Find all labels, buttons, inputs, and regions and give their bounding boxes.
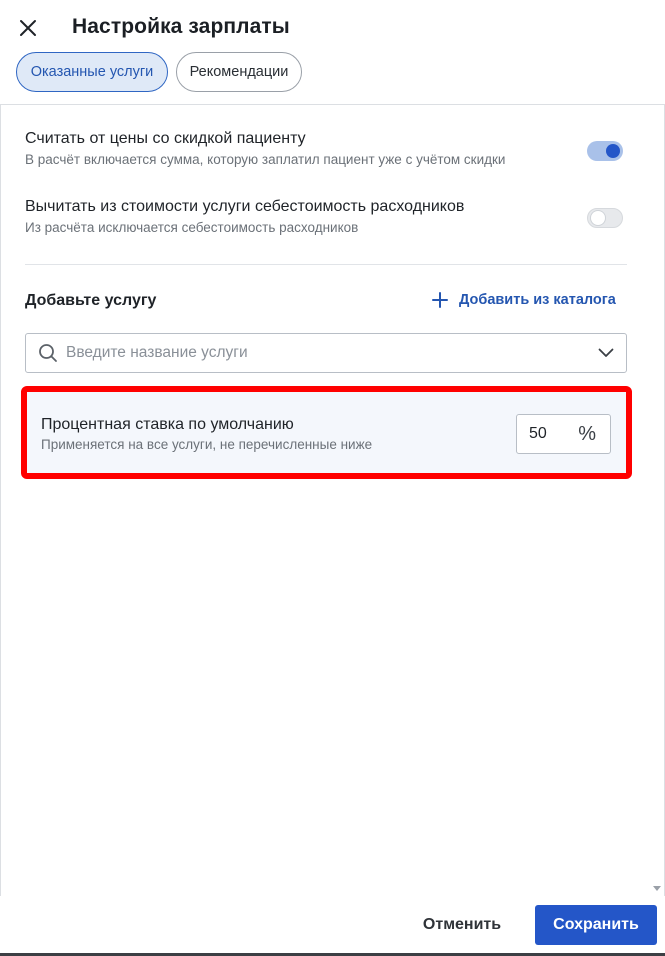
setting-title: Считать от цены со скидкой пациенту <box>25 130 306 147</box>
tab-recommendations[interactable]: Рекомендации <box>176 52 302 92</box>
setting-discount-price: Считать от цены со скидкой пациенту В ра… <box>25 130 625 167</box>
close-button[interactable] <box>14 14 42 42</box>
highlight-box <box>21 386 632 479</box>
setting-description: Из расчёта исключается себестоимость рас… <box>25 220 359 235</box>
search-icon <box>39 344 57 362</box>
save-button[interactable]: Сохранить <box>535 905 657 945</box>
footer: Отменить Сохранить <box>0 896 665 956</box>
close-icon <box>20 20 36 36</box>
toggle-knob <box>591 211 605 225</box>
catalog-link-label: Добавить из каталога <box>459 292 616 308</box>
tab-provided-services[interactable]: Оказанные услуги <box>16 52 168 92</box>
toggle-knob <box>606 144 620 158</box>
toggle-discount-price[interactable] <box>587 141 623 161</box>
setting-title: Вычитать из стоимости услуги себестоимос… <box>25 198 465 215</box>
add-service-title: Добавьте услугу <box>25 292 157 309</box>
scroll-down-icon[interactable] <box>652 885 662 893</box>
main-content: Считать от цены со скидкой пациенту В ра… <box>0 105 665 896</box>
add-from-catalog-link[interactable]: Добавить из каталога <box>431 291 616 309</box>
setting-subtract-consumables: Вычитать из стоимости услуги себестоимос… <box>25 198 625 235</box>
setting-description: В расчёт включается сумма, которую запла… <box>25 152 506 167</box>
plus-icon <box>432 292 448 308</box>
chevron-down-icon[interactable] <box>598 348 614 358</box>
cancel-button[interactable]: Отменить <box>406 906 518 944</box>
toggle-subtract-consumables[interactable] <box>587 208 623 228</box>
section-divider <box>25 264 627 265</box>
page-title: Настройка зарплаты <box>72 15 290 38</box>
service-search-input[interactable] <box>66 344 598 362</box>
service-search-select[interactable] <box>25 333 627 373</box>
header: Настройка зарплаты Оказанные услуги Реко… <box>0 0 665 104</box>
